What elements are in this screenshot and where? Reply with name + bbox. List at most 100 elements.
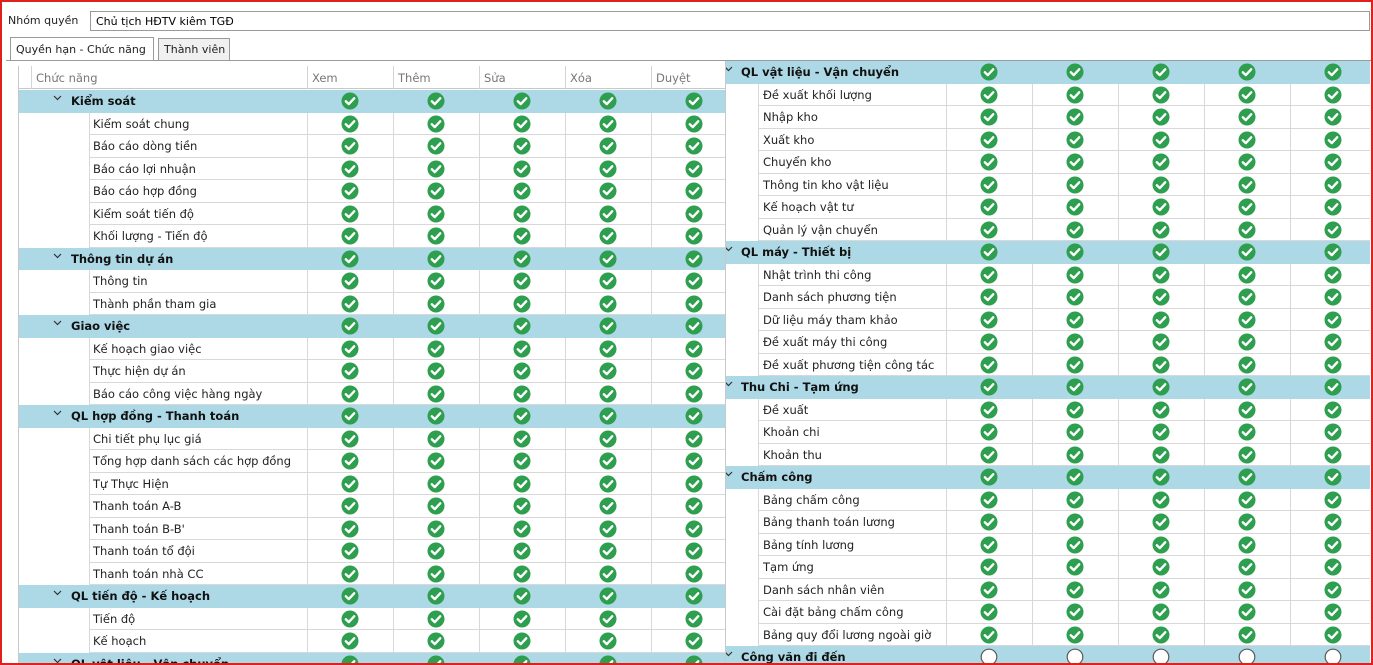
check-circle-icon[interactable]	[599, 205, 617, 223]
check-circle-icon[interactable]	[1066, 311, 1084, 329]
check-circle-icon[interactable]	[980, 356, 998, 374]
check-circle-icon[interactable]	[1324, 108, 1342, 126]
check-circle-icon[interactable]	[1152, 153, 1170, 171]
check-circle-icon[interactable]	[685, 587, 703, 605]
check-circle-icon[interactable]	[427, 362, 445, 380]
check-circle-icon[interactable]	[427, 115, 445, 133]
table-row[interactable]: Tiến độ	[19, 607, 725, 630]
table-row[interactable]: Dữ liệu máy tham khảo	[726, 308, 1370, 331]
check-circle-icon[interactable]	[685, 632, 703, 650]
check-circle-icon[interactable]	[427, 407, 445, 425]
check-circle-icon[interactable]	[980, 603, 998, 621]
check-circle-icon[interactable]	[513, 655, 531, 663]
check-circle-icon[interactable]	[1152, 536, 1170, 554]
chevron-down-icon[interactable]	[726, 469, 733, 481]
check-circle-icon[interactable]	[1152, 176, 1170, 194]
check-circle-icon[interactable]	[1238, 86, 1256, 104]
check-circle-icon[interactable]	[980, 266, 998, 284]
table-row[interactable]: Kế hoạch	[19, 630, 725, 653]
check-circle-icon[interactable]	[599, 475, 617, 493]
table-row[interactable]: Khoản chi	[726, 421, 1370, 444]
check-circle-icon[interactable]	[427, 385, 445, 403]
check-circle-icon[interactable]	[513, 497, 531, 515]
table-row[interactable]: Kiểm soát tiến độ	[19, 202, 725, 225]
check-circle-icon[interactable]	[1066, 558, 1084, 576]
chevron-down-icon[interactable]	[53, 656, 62, 664]
group-row[interactable]: QL vật liệu - Vận chuyển	[726, 61, 1370, 84]
group-input[interactable]	[90, 11, 1370, 31]
check-circle-icon[interactable]	[599, 227, 617, 245]
check-circle-icon[interactable]	[513, 250, 531, 268]
check-circle-icon[interactable]	[427, 632, 445, 650]
check-circle-icon[interactable]	[685, 520, 703, 538]
group-row[interactable]: QL hợp đồng - Thanh toán	[19, 405, 725, 428]
check-circle-icon[interactable]	[1152, 491, 1170, 509]
column-header-approve[interactable]: Duyệt	[651, 66, 725, 89]
check-circle-icon[interactable]	[427, 227, 445, 245]
check-circle-icon[interactable]	[1324, 626, 1342, 644]
check-circle-icon[interactable]	[1066, 333, 1084, 351]
check-circle-icon[interactable]	[513, 452, 531, 470]
group-row[interactable]: Công văn đi đến	[726, 646, 1370, 663]
check-circle-icon[interactable]	[980, 333, 998, 351]
check-circle-icon[interactable]	[1324, 221, 1342, 239]
check-circle-icon[interactable]	[341, 632, 359, 650]
check-circle-icon[interactable]	[513, 632, 531, 650]
empty-circle-icon[interactable]	[1238, 648, 1256, 663]
check-circle-icon[interactable]	[1324, 243, 1342, 261]
table-row[interactable]: Nhập kho	[726, 106, 1370, 129]
group-row[interactable]: Kiểm soát	[19, 90, 725, 113]
table-row[interactable]: Bảng thanh toán lương	[726, 511, 1370, 534]
check-circle-icon[interactable]	[341, 542, 359, 560]
check-circle-icon[interactable]	[599, 587, 617, 605]
check-circle-icon[interactable]	[1324, 198, 1342, 216]
check-circle-icon[interactable]	[341, 565, 359, 583]
check-circle-icon[interactable]	[513, 407, 531, 425]
chevron-down-icon[interactable]	[53, 251, 62, 263]
check-circle-icon[interactable]	[341, 250, 359, 268]
check-circle-icon[interactable]	[599, 295, 617, 313]
table-row[interactable]: Báo cáo công việc hàng ngày	[19, 382, 725, 405]
check-circle-icon[interactable]	[427, 497, 445, 515]
check-circle-icon[interactable]	[1152, 581, 1170, 599]
chevron-down-icon[interactable]	[53, 408, 62, 420]
table-row[interactable]: Đề xuất máy thi công	[726, 331, 1370, 354]
check-circle-icon[interactable]	[1324, 311, 1342, 329]
check-circle-icon[interactable]	[427, 475, 445, 493]
check-circle-icon[interactable]	[1152, 513, 1170, 531]
column-header-edit[interactable]: Sửa	[479, 66, 565, 89]
check-circle-icon[interactable]	[599, 610, 617, 628]
check-circle-icon[interactable]	[1238, 446, 1256, 464]
check-circle-icon[interactable]	[1238, 153, 1256, 171]
check-circle-icon[interactable]	[599, 317, 617, 335]
table-row[interactable]: Kiểm soát chung	[19, 112, 725, 135]
check-circle-icon[interactable]	[1324, 603, 1342, 621]
check-circle-icon[interactable]	[599, 115, 617, 133]
check-circle-icon[interactable]	[1152, 266, 1170, 284]
check-circle-icon[interactable]	[1324, 288, 1342, 306]
check-circle-icon[interactable]	[1066, 468, 1084, 486]
check-circle-icon[interactable]	[1152, 108, 1170, 126]
check-circle-icon[interactable]	[1238, 626, 1256, 644]
table-row[interactable]: Chi tiết phụ lục giá	[19, 427, 725, 450]
chevron-down-icon[interactable]	[726, 64, 733, 76]
check-circle-icon[interactable]	[427, 272, 445, 290]
check-circle-icon[interactable]	[1324, 491, 1342, 509]
check-circle-icon[interactable]	[427, 587, 445, 605]
check-circle-icon[interactable]	[980, 86, 998, 104]
check-circle-icon[interactable]	[341, 407, 359, 425]
check-circle-icon[interactable]	[685, 115, 703, 133]
check-circle-icon[interactable]	[1152, 401, 1170, 419]
check-circle-icon[interactable]	[1152, 446, 1170, 464]
column-header-function[interactable]: Chức năng	[31, 66, 307, 89]
table-row[interactable]: Báo cáo lợi nhuận	[19, 157, 725, 180]
chevron-down-icon[interactable]	[53, 93, 62, 105]
check-circle-icon[interactable]	[1152, 378, 1170, 396]
check-circle-icon[interactable]	[427, 205, 445, 223]
check-circle-icon[interactable]	[341, 295, 359, 313]
table-row[interactable]: Thanh toán nhà CC	[19, 562, 725, 585]
check-circle-icon[interactable]	[1324, 86, 1342, 104]
check-circle-icon[interactable]	[1066, 176, 1084, 194]
check-circle-icon[interactable]	[599, 250, 617, 268]
check-circle-icon[interactable]	[1152, 86, 1170, 104]
